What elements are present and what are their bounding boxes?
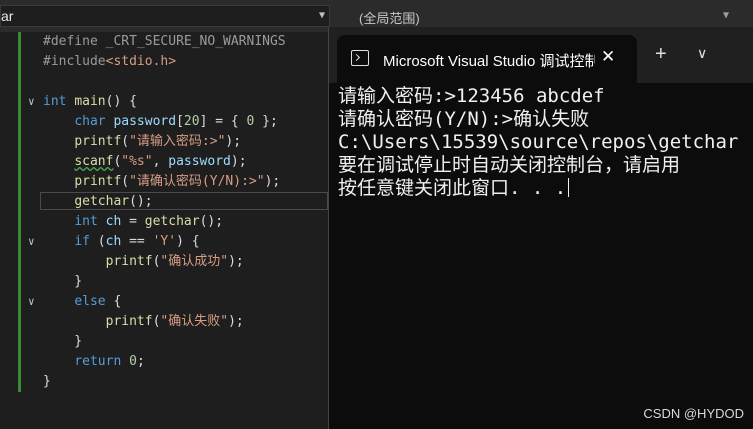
code-text: int ch = getchar();	[74, 214, 224, 229]
code-line[interactable]: }	[0, 332, 330, 352]
code-text: }	[43, 374, 51, 389]
console-tab[interactable]: Microsoft Visual Studio 调试控制台 ✕	[337, 35, 637, 83]
code-text: printf("确认成功");	[105, 254, 244, 269]
debug-console-window[interactable]: Microsoft Visual Studio 调试控制台 ✕ + ∨ 请输入密…	[328, 27, 753, 429]
scope-dropdown[interactable]: (全局范围) ▼	[351, 5, 753, 27]
code-line[interactable]: ∨ else {	[0, 292, 330, 312]
console-output-line: 请输入密码:>123456 abcdef	[338, 85, 605, 107]
fold-toggle-icon[interactable]: ∨	[28, 92, 35, 112]
code-text: if (ch == 'Y') {	[74, 234, 200, 249]
code-line[interactable]: }	[0, 272, 330, 292]
code-line[interactable]: printf("请确认密码(Y/N):>");	[0, 172, 330, 192]
tab-dropdown-button[interactable]: ∨	[697, 45, 707, 62]
code-text: scanf("%s", password);	[74, 154, 247, 169]
code-line[interactable]: #define _CRT_SECURE_NO_WARNINGS	[0, 32, 330, 52]
code-text: printf("确认失败");	[105, 314, 244, 329]
code-text: return 0;	[74, 354, 145, 369]
project-dropdown[interactable]: ar ▼	[0, 5, 330, 27]
code-line[interactable]: scanf("%s", password);	[0, 152, 330, 172]
code-line[interactable]: char password[20] = { 0 };	[0, 112, 330, 132]
project-dropdown-label: ar	[1, 8, 14, 24]
console-output-line: 请确认密码(Y/N):>确认失败	[338, 108, 590, 130]
code-text: }	[43, 334, 83, 349]
code-line[interactable]: printf("请输入密码:>");	[0, 132, 330, 152]
code-text: else {	[74, 294, 122, 309]
code-line[interactable]: getchar();	[0, 192, 330, 212]
console-output-line: 按任意键关闭此窗口. . .	[338, 177, 570, 199]
code-line[interactable]: return 0;	[0, 352, 330, 372]
code-text: getchar();	[74, 194, 153, 209]
console-output-line: C:\Users\15539\source\repos\getchar	[338, 131, 739, 153]
code-text: #define _CRT_SECURE_NO_WARNINGS	[43, 34, 286, 49]
code-editor[interactable]: #define _CRT_SECURE_NO_WARNINGS #include<…	[0, 32, 330, 429]
console-prompt-text: 按任意键关闭此窗口. . .	[338, 177, 567, 199]
new-tab-button[interactable]: +	[655, 43, 667, 66]
code-text: int main() {	[43, 94, 137, 109]
chevron-down-icon: ▼	[722, 10, 729, 21]
code-line[interactable]: ∨ if (ch == 'Y') {	[0, 232, 330, 252]
text-caret	[568, 178, 570, 197]
code-line[interactable]: ∨ int main() {	[0, 92, 330, 112]
code-line[interactable]: #include<stdio.h>	[0, 52, 330, 72]
close-tab-button[interactable]: ✕	[601, 47, 615, 67]
code-text: printf("请确认密码(Y/N):>");	[74, 174, 281, 189]
watermark: CSDN @HYDOD	[643, 406, 744, 421]
fold-toggle-icon[interactable]: ∨	[28, 292, 35, 312]
console-tab-bar: Microsoft Visual Studio 调试控制台 ✕ + ∨	[329, 27, 753, 83]
code-line[interactable]: printf("确认成功");	[0, 252, 330, 272]
code-text: char password[20] = { 0 };	[74, 114, 278, 129]
code-line[interactable]: printf("确认失败");	[0, 312, 330, 332]
code-text: }	[43, 274, 83, 289]
chevron-down-icon: ▼	[318, 10, 325, 21]
console-output-line: 要在调试停止时自动关闭控制台，请启用	[338, 154, 681, 176]
code-line[interactable]	[0, 72, 330, 92]
terminal-icon	[351, 50, 369, 66]
code-text: printf("请输入密码:>");	[74, 134, 242, 149]
code-line[interactable]: }	[0, 372, 330, 392]
code-line[interactable]: int ch = getchar();	[0, 212, 330, 232]
console-tab-title: Microsoft Visual Studio 调试控制台	[383, 53, 595, 70]
scope-dropdown-label: (全局范围)	[359, 11, 420, 26]
fold-toggle-icon[interactable]: ∨	[28, 232, 35, 252]
code-text: #include<stdio.h>	[43, 54, 177, 69]
